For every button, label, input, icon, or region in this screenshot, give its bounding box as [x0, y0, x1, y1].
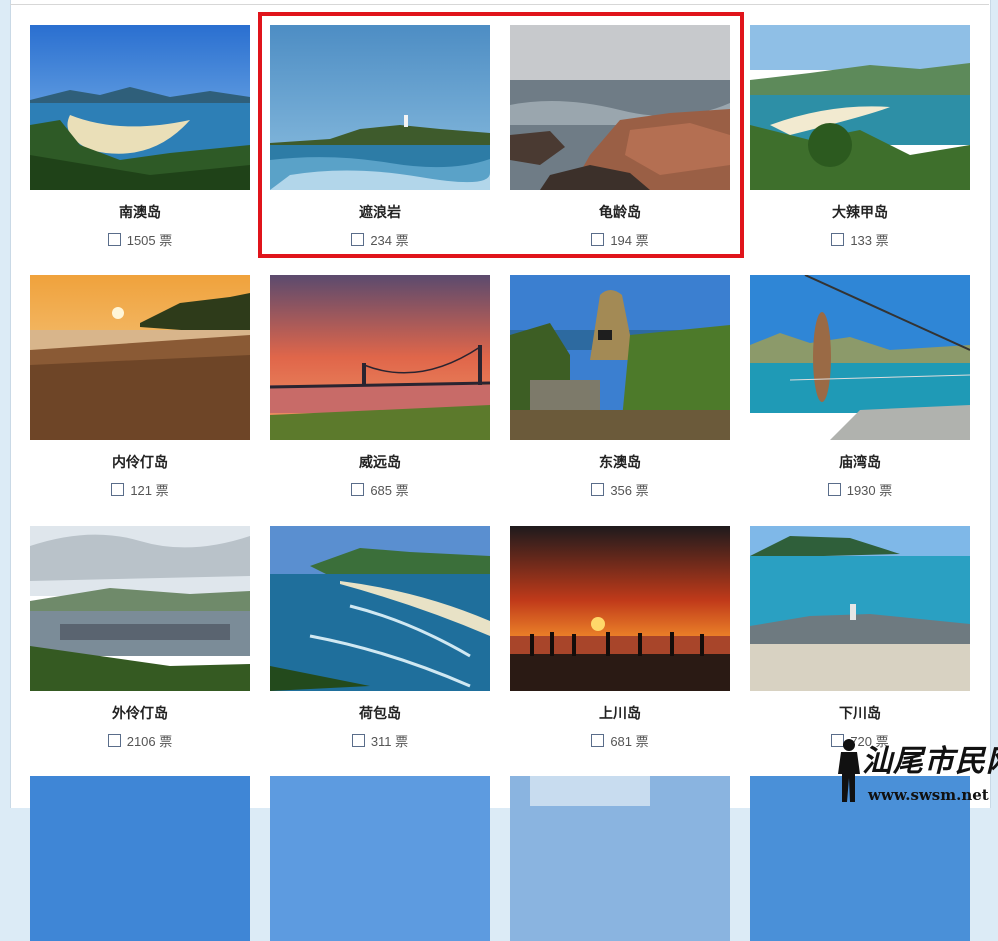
island-photo[interactable] — [30, 526, 250, 691]
vote-checkbox[interactable] — [591, 483, 605, 496]
top-divider — [10, 4, 989, 5]
island-name: 威远岛 — [359, 454, 401, 470]
island-photo[interactable] — [750, 275, 970, 440]
island-card: 外伶仃岛 2106 票 — [30, 526, 250, 750]
vote-row: 133 票 — [750, 233, 970, 249]
vote-unit: 票 — [159, 734, 173, 749]
island-photo[interactable] — [30, 25, 250, 190]
island-photo[interactable] — [510, 526, 730, 691]
island-photo[interactable] — [30, 776, 250, 941]
island-photo[interactable] — [510, 25, 730, 190]
vote-checkbox[interactable] — [351, 483, 365, 496]
vote-checkbox[interactable] — [827, 483, 841, 496]
island-photo[interactable] — [750, 25, 970, 190]
vote-checkbox[interactable] — [111, 483, 125, 496]
vote-count: 356 — [610, 483, 633, 498]
island-card — [30, 776, 250, 941]
island-photo[interactable] — [510, 275, 730, 440]
island-card: 上川岛 681 票 — [510, 526, 730, 750]
island-name: 大辣甲岛 — [832, 204, 888, 220]
island-card: 南澳岛 1505 票 — [30, 25, 250, 249]
vote-count: 1505 — [126, 233, 156, 248]
island-photo[interactable] — [270, 275, 490, 440]
island-card: 龟龄岛 194 票 — [510, 25, 730, 249]
vote-unit: 票 — [395, 734, 409, 749]
vote-checkbox[interactable] — [351, 734, 365, 747]
vote-unit: 票 — [155, 483, 169, 498]
vote-count: 133 — [850, 233, 873, 248]
island-name: 上川岛 — [599, 705, 641, 721]
vote-row: 311 票 — [270, 734, 490, 750]
vote-unit: 票 — [635, 483, 649, 498]
island-name: 龟龄岛 — [599, 204, 641, 220]
vote-row: 681 票 — [510, 734, 730, 750]
island-card: 遮浪岩 234 票 — [270, 25, 490, 249]
vote-checkbox[interactable] — [351, 233, 365, 246]
vote-row: 121 票 — [30, 483, 250, 499]
island-name: 下川岛 — [839, 705, 881, 721]
person-silhouette-icon — [838, 739, 860, 802]
island-card: 庙湾岛 1930 票 — [750, 275, 970, 499]
vote-count: 681 — [610, 734, 633, 749]
vote-row: 2106 票 — [30, 734, 250, 750]
island-name: 东澳岛 — [599, 454, 641, 470]
vote-count: 121 — [130, 483, 153, 498]
vote-row: 685 票 — [270, 483, 490, 499]
watermark-url: www.swsm.net — [868, 786, 989, 804]
vote-checkbox[interactable] — [107, 734, 121, 747]
vote-checkbox[interactable] — [591, 734, 605, 747]
island-name: 内伶仃岛 — [112, 454, 168, 470]
vote-unit: 票 — [395, 483, 409, 498]
island-card: 东澳岛 356 票 — [510, 275, 730, 499]
island-card: 内伶仃岛 121 票 — [30, 275, 250, 499]
island-card — [510, 776, 730, 941]
watermark-text: 汕尾市民网 — [862, 744, 998, 779]
island-photo[interactable] — [750, 526, 970, 691]
vote-count: 1930 — [846, 483, 876, 498]
vote-row: 234 票 — [270, 233, 490, 249]
vote-count: 194 — [610, 233, 633, 248]
vote-row: 356 票 — [510, 483, 730, 499]
vote-checkbox[interactable] — [107, 233, 121, 246]
vote-unit: 票 — [879, 483, 893, 498]
vote-count: 685 — [370, 483, 393, 498]
island-name: 遮浪岩 — [359, 204, 401, 220]
island-photo[interactable] — [30, 275, 250, 440]
island-photo[interactable] — [270, 25, 490, 190]
vote-row: 1505 票 — [30, 233, 250, 249]
island-name: 外伶仃岛 — [112, 705, 168, 721]
island-photo[interactable] — [270, 776, 490, 941]
island-card: 威远岛 685 票 — [270, 275, 490, 499]
island-name: 南澳岛 — [119, 204, 161, 220]
island-photo[interactable] — [270, 526, 490, 691]
island-card: 下川岛 720 票 — [750, 526, 970, 750]
vote-unit: 票 — [159, 233, 173, 248]
vote-unit: 票 — [875, 233, 889, 248]
island-card — [270, 776, 490, 941]
vote-count: 234 — [370, 233, 393, 248]
vote-count: 2106 — [126, 734, 156, 749]
island-name: 庙湾岛 — [839, 454, 881, 470]
vote-unit: 票 — [395, 233, 409, 248]
island-photo[interactable] — [510, 776, 730, 941]
vote-row: 194 票 — [510, 233, 730, 249]
site-watermark: 汕尾市民网 www.swsm.net — [830, 734, 998, 808]
vote-unit: 票 — [635, 233, 649, 248]
vote-unit: 票 — [635, 734, 649, 749]
vote-checkbox[interactable] — [831, 233, 845, 246]
vote-checkbox[interactable] — [591, 233, 605, 246]
island-card: 大辣甲岛 133 票 — [750, 25, 970, 249]
island-name: 荷包岛 — [359, 705, 401, 721]
island-card: 荷包岛 311 票 — [270, 526, 490, 750]
vote-row: 1930 票 — [750, 483, 970, 499]
vote-count: 311 — [370, 734, 392, 749]
